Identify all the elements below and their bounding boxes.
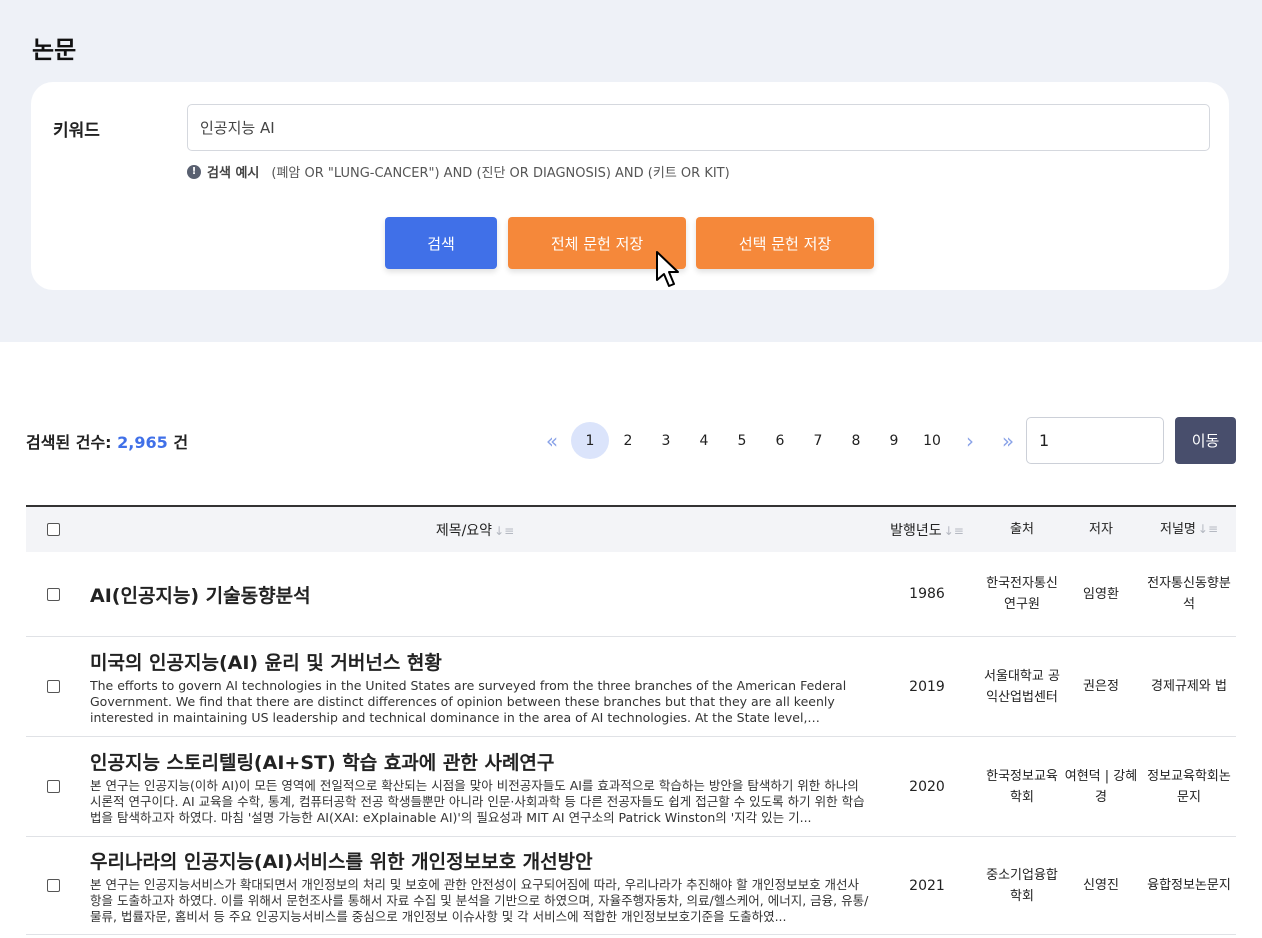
header-journal[interactable]: 저널명 ↓≡	[1142, 519, 1236, 540]
paper-year: 1986	[909, 586, 945, 602]
paper-year: 2019	[909, 678, 945, 695]
page-button-6[interactable]: 6	[761, 422, 799, 459]
row-checkbox[interactable]	[46, 680, 60, 693]
paper-title[interactable]: 우리나라의 인공지능(AI)서비스를 위한 개인정보보호 개선방안	[90, 847, 870, 874]
paper-year: 2020	[909, 778, 945, 795]
goto-page-button[interactable]: 이동	[1175, 417, 1236, 464]
sort-icon: ↓≡	[494, 523, 515, 538]
paper-journal: 융합정보논문지	[1147, 878, 1231, 893]
table-row: AI(인공지능) 기술동향분석 1986 한국전자통신연구원 임영환 전자통신동…	[26, 552, 1236, 637]
header-year[interactable]: 발행년도 ↓≡	[870, 520, 984, 540]
info-circle-icon: !	[187, 164, 201, 179]
paper-title[interactable]: 인공지능 스토리텔링(AI+ST) 학습 효과에 관한 사례연구	[90, 748, 870, 775]
paper-source: 중소기업융합학회	[986, 867, 1058, 904]
page-button-7[interactable]: 7	[799, 422, 837, 459]
table-row: 우리나라의 인공지능(AI)서비스를 위한 개인정보보호 개선방안 본 연구는 …	[26, 837, 1236, 935]
select-all-checkbox[interactable]	[46, 523, 60, 536]
header-author: 저자	[1089, 522, 1113, 537]
header-source: 출처	[1010, 522, 1034, 537]
page-button-1[interactable]: 1	[571, 422, 609, 459]
row-checkbox[interactable]	[46, 879, 60, 892]
search-button[interactable]: 검색	[385, 217, 497, 269]
sort-icon: ↓≡	[943, 523, 964, 538]
paper-year: 2021	[909, 877, 945, 894]
result-count-unit: 건	[173, 433, 189, 452]
pagination: « 1 2 3 4 5 6 7 8 9 10 › »	[533, 422, 1027, 459]
paper-source: 한국전자통신연구원	[986, 576, 1058, 612]
search-example: ! 검색 예시 (폐암 OR "LUNG-CANCER") AND (진단 OR…	[187, 162, 730, 181]
paper-author: 임영환	[1083, 586, 1119, 602]
page-button-5[interactable]: 5	[723, 422, 761, 459]
header-journal-label: 저널명	[1160, 522, 1196, 537]
paper-author: 권은정	[1083, 679, 1119, 694]
search-example-label: 검색 예시	[207, 166, 260, 181]
keyword-label: 키워드	[53, 121, 100, 141]
first-page-button[interactable]: «	[533, 422, 571, 459]
result-count: 검색된 건수: 2,965 건	[26, 429, 188, 453]
table-row: 미국의 인공지능(AI) 윤리 및 거버넌스 현황 The efforts to…	[26, 637, 1236, 737]
page-button-10[interactable]: 10	[913, 422, 951, 459]
paper-author: 신영진	[1083, 878, 1119, 893]
header-year-label: 발행년도	[890, 522, 942, 539]
paper-journal: 전자통신동향분석	[1147, 576, 1231, 612]
paper-abstract: 본 연구는 인공지능서비스가 확대되면서 개인정보의 처리 및 보호에 관한 안…	[90, 876, 869, 924]
page-title: 논문	[32, 36, 77, 64]
paper-title[interactable]: 미국의 인공지능(AI) 윤리 및 거버넌스 현황	[90, 648, 870, 675]
paper-journal: 경제규제와 법	[1151, 679, 1227, 694]
result-count-value: 2,965	[117, 433, 168, 452]
search-card: 키워드 ! 검색 예시 (폐암 OR "LUNG-CANCER") AND (진…	[31, 82, 1229, 290]
header-title[interactable]: 제목/요약 ↓≡	[80, 520, 870, 540]
page-button-3[interactable]: 3	[647, 422, 685, 459]
paper-source: 서울대학교 공익산업법센터	[984, 668, 1060, 705]
page-button-9[interactable]: 9	[875, 422, 913, 459]
table-header: 제목/요약 ↓≡ 발행년도 ↓≡ 출처 저자 저널명 ↓≡	[26, 505, 1236, 552]
page-button-4[interactable]: 4	[685, 422, 723, 459]
search-example-text: (폐암 OR "LUNG-CANCER") AND (진단 OR DIAGNOS…	[271, 166, 730, 181]
table-row: 인공지능 스토리텔링(AI+ST) 학습 효과에 관한 사례연구 본 연구는 인…	[26, 737, 1236, 837]
last-page-button[interactable]: »	[989, 422, 1027, 459]
next-page-button[interactable]: ›	[951, 422, 989, 459]
header-title-label: 제목/요약	[435, 522, 493, 539]
paper-title[interactable]: AI(인공지능) 기술동향분석	[90, 581, 870, 608]
save-selected-button[interactable]: 선택 문헌 저장	[696, 217, 874, 269]
paper-journal: 정보교육학회논문지	[1147, 768, 1231, 805]
keyword-input[interactable]	[187, 104, 1210, 151]
result-count-label: 검색된 건수:	[26, 433, 112, 452]
paper-abstract: 본 연구는 인공지능(이하 AI)이 모든 영역에 전일적으로 확산되는 시점을…	[90, 777, 865, 825]
page-button-8[interactable]: 8	[837, 422, 875, 459]
row-checkbox[interactable]	[46, 780, 60, 793]
paper-author: 여현덕 | 강혜경	[1064, 768, 1138, 805]
paper-source: 한국정보교육학회	[986, 768, 1058, 805]
page-button-2[interactable]: 2	[609, 422, 647, 459]
results-table: 제목/요약 ↓≡ 발행년도 ↓≡ 출처 저자 저널명 ↓≡ AI(인공지능) 기술동향…	[26, 505, 1236, 935]
mouse-cursor-icon	[656, 251, 679, 287]
search-section: 논문 키워드 ! 검색 예시 (폐암 OR "LUNG-CANCER") AND…	[0, 0, 1262, 342]
row-checkbox[interactable]	[46, 587, 60, 601]
goto-page-input[interactable]	[1026, 417, 1164, 464]
paper-abstract: The efforts to govern AI technologies in…	[90, 677, 847, 725]
sort-icon: ↓≡	[1197, 522, 1218, 536]
